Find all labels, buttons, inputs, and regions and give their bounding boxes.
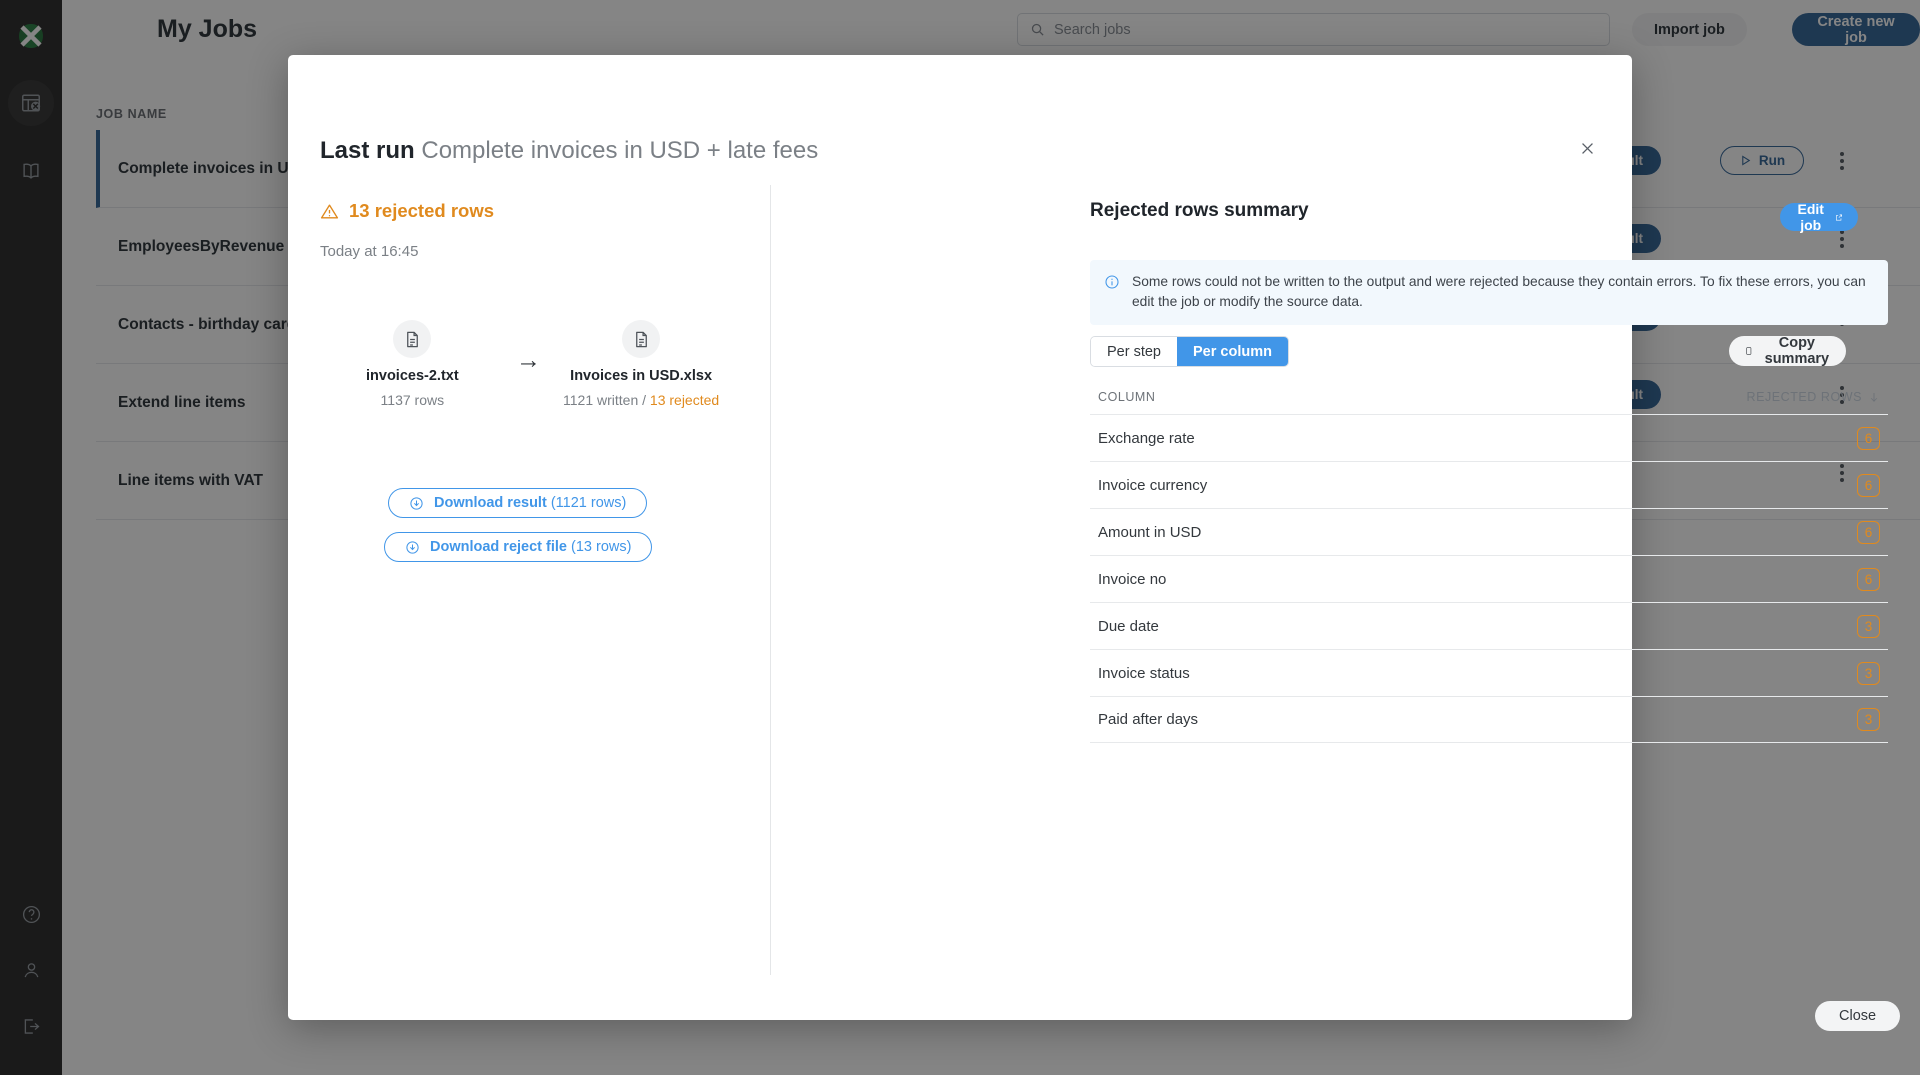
copy-summary-button[interactable]: Copy summary	[1729, 336, 1846, 366]
table-header-rejected[interactable]: REJECTED ROWS	[1747, 390, 1881, 404]
column-name: Paid after days	[1098, 711, 1198, 728]
table-row[interactable]: Amount in USD 6	[1090, 508, 1888, 555]
table-row[interactable]: Paid after days 3	[1090, 696, 1888, 743]
rejected-columns-table: COLUMN REJECTED ROWS Exchange rate 6 Inv…	[1090, 390, 1888, 743]
download-reject-file-button[interactable]: Download reject file (13 rows)	[384, 532, 652, 562]
status-badge: 3	[1857, 615, 1880, 638]
source-file-name: invoices-2.txt	[366, 368, 459, 384]
arrow-right-icon: →	[516, 346, 541, 375]
target-file-icon-wrap	[622, 320, 660, 358]
download-result-count: (1121 rows)	[551, 495, 626, 511]
source-file-icon-wrap	[393, 320, 431, 358]
document-icon	[403, 330, 422, 349]
info-banner-text: Some rows could not be written to the ou…	[1132, 272, 1874, 313]
column-name: Invoice no	[1098, 571, 1166, 588]
info-banner: Some rows could not be written to the ou…	[1090, 260, 1888, 325]
table-row[interactable]: Invoice currency 6	[1090, 461, 1888, 508]
edit-job-button[interactable]: Edit job	[1780, 203, 1858, 231]
rejected-rows-summary-heading: Rejected rows summary	[1090, 200, 1309, 222]
table-row[interactable]: Invoice no 6	[1090, 555, 1888, 602]
modal-title-label: Last run	[320, 137, 415, 164]
warning-triangle-icon	[320, 202, 339, 221]
download-reject-count: (13 rows)	[571, 539, 631, 555]
run-timestamp: Today at 16:45	[320, 243, 418, 260]
info-circle-icon	[1104, 274, 1120, 290]
download-result-button[interactable]: Download result (1121 rows)	[388, 488, 647, 518]
modal-title: Last run Complete invoices in USD + late…	[320, 137, 818, 165]
target-written-count: 1121 written /	[563, 392, 650, 408]
modal-close-footer-button[interactable]: Close	[1815, 1001, 1900, 1031]
status-badge: 3	[1857, 708, 1880, 731]
summary-view-toggle: Per step Per column	[1090, 336, 1289, 367]
tab-per-step[interactable]: Per step	[1091, 337, 1177, 366]
column-name: Invoice currency	[1098, 477, 1207, 494]
table-header-column: COLUMN	[1098, 390, 1155, 404]
status-badge: 6	[1857, 521, 1880, 544]
column-name: Invoice status	[1098, 665, 1190, 682]
table-row[interactable]: Invoice status 3	[1090, 649, 1888, 696]
rejected-rows-heading: 13 rejected rows	[320, 200, 494, 222]
app-root: My Jobs Search jobs Import job Create ne…	[0, 0, 1920, 1075]
source-file-rows: 1137 rows	[366, 392, 459, 408]
rejected-rows-heading-text: 13 rejected rows	[349, 200, 494, 222]
edit-job-label: Edit job	[1795, 201, 1826, 233]
status-badge: 6	[1857, 427, 1880, 450]
table-header: COLUMN REJECTED ROWS	[1090, 390, 1888, 414]
column-name: Amount in USD	[1098, 524, 1201, 541]
external-link-icon	[1835, 211, 1843, 224]
status-badge: 3	[1857, 662, 1880, 685]
table-row[interactable]: Due date 3	[1090, 602, 1888, 649]
column-name: Exchange rate	[1098, 430, 1195, 447]
last-run-modal: Last run Complete invoices in USD + late…	[288, 55, 1632, 1020]
tab-per-column[interactable]: Per column	[1177, 337, 1288, 366]
status-badge: 6	[1857, 474, 1880, 497]
download-result-label: Download result	[434, 495, 547, 511]
target-file-rows: 1121 written / 13 rejected	[563, 392, 719, 408]
modal-title-job: Complete invoices in USD + late fees	[421, 137, 818, 164]
download-circle-icon	[409, 496, 424, 511]
target-rejected-count: 13 rejected	[650, 392, 719, 408]
target-file: Invoices in USD.xlsx 1121 written / 13 r…	[563, 320, 719, 408]
document-icon	[632, 330, 651, 349]
modal-vertical-divider	[770, 185, 771, 975]
column-name: Due date	[1098, 618, 1159, 635]
close-icon	[1579, 140, 1596, 157]
copy-summary-label: Copy summary	[1762, 335, 1831, 367]
copy-icon	[1744, 344, 1753, 358]
table-header-rejected-label: REJECTED ROWS	[1747, 390, 1863, 404]
download-circle-icon	[405, 540, 420, 555]
table-row[interactable]: Exchange rate 6	[1090, 414, 1888, 461]
download-reject-label: Download reject file	[430, 539, 567, 555]
file-flow: invoices-2.txt 1137 rows → Invoices in U…	[320, 320, 770, 430]
target-file-name: Invoices in USD.xlsx	[563, 368, 719, 384]
source-file: invoices-2.txt 1137 rows	[366, 320, 459, 408]
modal-close-button[interactable]	[1572, 133, 1602, 163]
arrow-down-icon	[1868, 391, 1880, 403]
status-badge: 6	[1857, 568, 1880, 591]
